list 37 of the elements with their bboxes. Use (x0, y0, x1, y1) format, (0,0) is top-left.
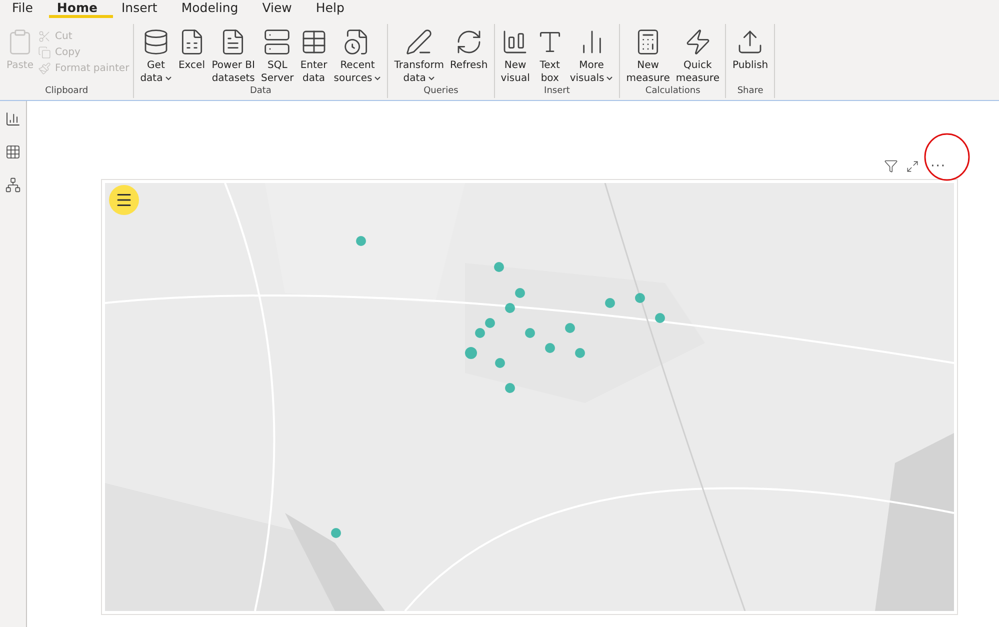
ribbon-button[interactable]: Power BI datasets (210, 28, 257, 85)
ribbon-button[interactable]: Refresh (448, 28, 490, 72)
ribbon-button[interactable]: Quick measure (674, 28, 722, 85)
group-label: Queries (422, 86, 460, 98)
menu-tab[interactable]: Insert (113, 0, 174, 18)
ribbon-button[interactable]: Get data (138, 28, 174, 85)
model-view-icon[interactable] (5, 177, 21, 193)
annotation-circle (922, 131, 972, 183)
ribbon-button[interactable]: Excel (176, 28, 208, 72)
ribbon-button[interactable]: Recent sources (332, 28, 384, 85)
menu-tab[interactable]: Modeling (173, 0, 254, 18)
scissors-icon (38, 30, 51, 43)
menu-tab[interactable]: View (254, 0, 308, 18)
ribbon-button[interactable]: Text box (534, 28, 566, 85)
server-icon (263, 28, 292, 56)
menu-tab[interactable]: Help (308, 0, 360, 18)
group-label: Clipboard (44, 86, 90, 98)
group-label: Calculations (644, 86, 702, 98)
ribbon-button[interactable]: Transform data (392, 28, 446, 85)
group-label: Data (248, 86, 272, 98)
paintbrush-icon (38, 62, 51, 75)
filter-icon[interactable] (884, 159, 898, 173)
group-label: Share (736, 86, 764, 98)
ribbon-button[interactable]: Publish (730, 28, 770, 72)
ribbon-button[interactable]: Enter data (298, 28, 330, 85)
ribbon-button[interactable]: New measure (624, 28, 672, 85)
ribbon-button[interactable]: More visuals (568, 28, 616, 85)
pen-icon (405, 28, 434, 56)
ribbon-button[interactable]: New visual (498, 28, 532, 85)
copy-icon (38, 46, 51, 59)
table-view-icon[interactable] (5, 144, 21, 160)
menu-tab[interactable]: File (4, 0, 49, 18)
focus-mode-icon[interactable] (906, 160, 919, 172)
group-label: Insert (543, 86, 571, 98)
report-view-icon[interactable] (5, 111, 21, 127)
ribbon-button[interactable]: SQL Server (258, 28, 296, 85)
menu-icon (115, 191, 133, 209)
